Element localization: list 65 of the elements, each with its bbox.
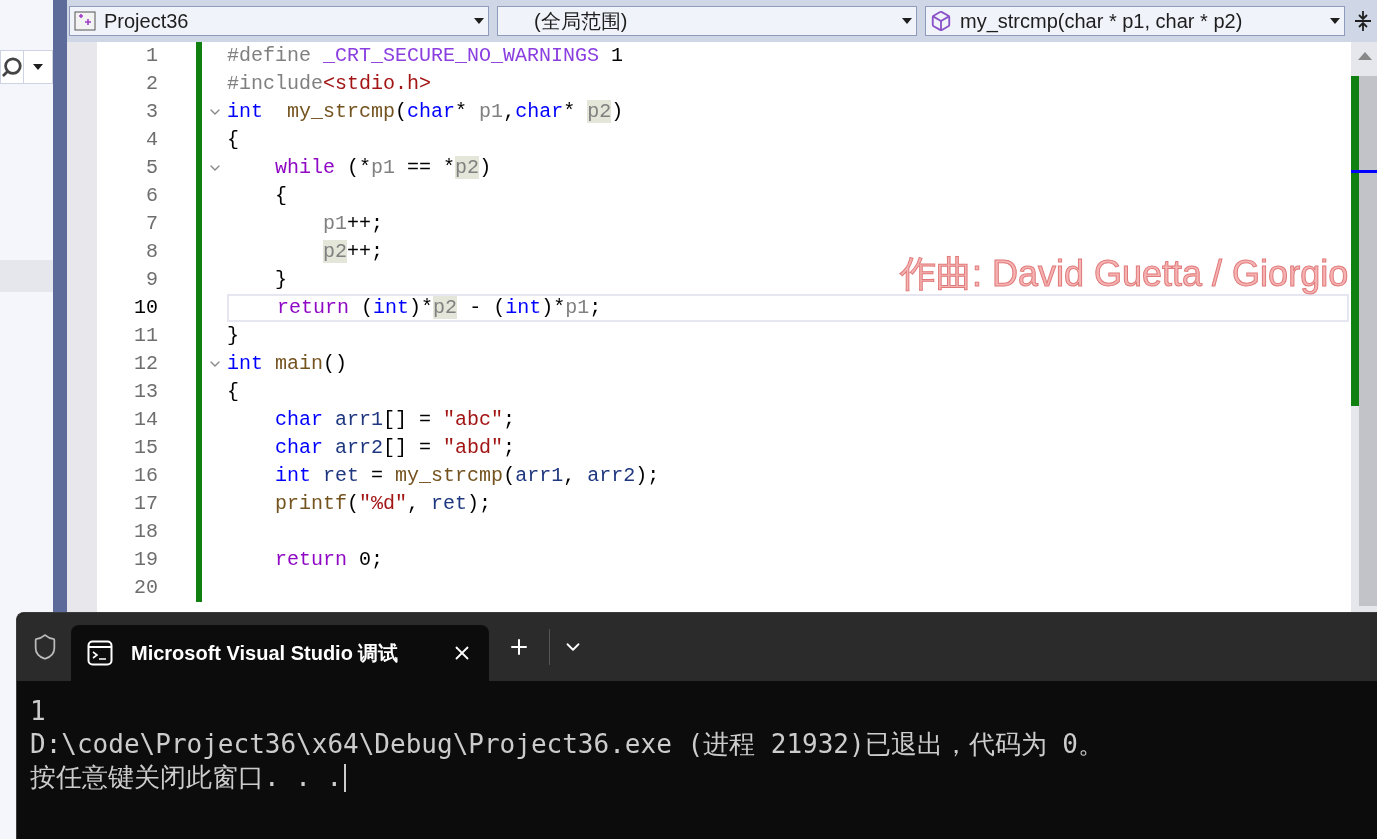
line-number: 9 (145, 267, 158, 293)
line-number: 1 (145, 43, 158, 69)
terminal-output-line: D:\code\Project36\x64\Debug\Project36.exe (进程 21932)已退出，代码为 0。 (30, 728, 1104, 761)
code-line: #define _CRT_SECURE_NO_WARNINGS 1 (227, 43, 624, 69)
line-number: 10 (133, 295, 158, 321)
vertical-scrollbar[interactable] (1351, 42, 1377, 612)
code-line: p1++; (322, 211, 384, 237)
code-line: char arr2[] = "abd"; (274, 435, 516, 461)
line-number: 14 (133, 407, 158, 433)
line-number: 15 (133, 435, 158, 461)
code-line: int main() (227, 351, 348, 377)
caret-icon (474, 18, 484, 24)
caret-icon (1330, 18, 1340, 24)
code-line: { (227, 127, 239, 153)
line-number: 20 (133, 575, 158, 601)
line-number: 6 (145, 183, 158, 209)
text-cursor (344, 763, 347, 792)
code-line: int ret = my_strcmp(arr1, arr2); (274, 463, 660, 489)
line-number: 4 (145, 127, 158, 153)
code-line: return 0; (274, 547, 384, 573)
caret-icon (902, 18, 912, 24)
lyrics-overlay: 作曲: David Guetta / Giorgio (900, 256, 1349, 292)
code-line: #include<stdio.h> (227, 71, 432, 97)
code-line: printf("%d", ret); (274, 491, 492, 517)
project-icon (74, 11, 96, 31)
terminal-output-line: 1 (30, 695, 46, 728)
line-number: 18 (133, 519, 158, 545)
line-number: 2 (145, 71, 158, 97)
code-line: char arr1[] = "abc"; (274, 407, 516, 433)
project-name: Project36 (104, 9, 189, 34)
scope-name: (全局范围) (533, 9, 628, 34)
scope-dropdown[interactable]: (全局范围) (497, 6, 917, 36)
scroll-thumb[interactable] (1359, 76, 1377, 606)
member-name: my_strcmp(char * p1, char * p2) (960, 9, 1243, 35)
code-line: } (274, 267, 288, 293)
scroll-up-icon[interactable] (1358, 52, 1372, 60)
line-number: 16 (133, 463, 158, 489)
console-icon (87, 640, 113, 666)
line-number: 7 (145, 211, 158, 237)
line-number: 11 (133, 323, 158, 349)
code-line: return (int)*p2 - (int)*p1; (276, 295, 602, 321)
code-line: } (227, 323, 239, 349)
caret-marker (1351, 170, 1377, 173)
code-line: { (227, 379, 239, 405)
line-number: 8 (145, 239, 158, 265)
search-icon[interactable] (1, 56, 23, 78)
selected-row-highlight (0, 260, 53, 292)
tab-title: Microsoft Visual Studio 调试 (131, 641, 399, 666)
line-number: 3 (145, 99, 158, 125)
caret-icon[interactable] (33, 64, 43, 70)
line-number: 12 (133, 351, 158, 377)
cube-icon (930, 10, 952, 32)
code-line: while (*p1 == *p2) (274, 155, 492, 181)
project-dropdown[interactable]: Project36 (69, 6, 489, 36)
code-line: int my_strcmp(char* p1,char* p2) (227, 99, 624, 125)
split-icon[interactable] (1353, 10, 1373, 32)
line-number: 17 (133, 491, 158, 517)
terminal-tab[interactable]: Microsoft Visual Studio 调试 (71, 625, 489, 681)
line-number: 5 (145, 155, 158, 181)
line-number: 13 (133, 379, 158, 405)
code-line: p2++; (322, 239, 384, 265)
member-dropdown[interactable]: my_strcmp(char * p1, char * p2) (925, 6, 1345, 36)
line-number: 19 (133, 547, 158, 573)
code-line: { (274, 183, 288, 209)
terminal-output-line: 按任意键关闭此窗口. . . (30, 761, 343, 794)
